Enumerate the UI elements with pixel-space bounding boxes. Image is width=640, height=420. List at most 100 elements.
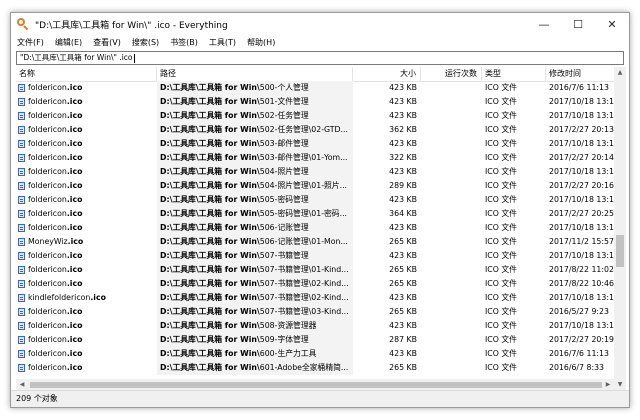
path-matched-part: D:\工具库\工具箱 for Win\ [160, 251, 260, 260]
file-name-cell: foldericon.ico [16, 137, 157, 151]
path-cell: D:\工具库\工具箱 for Win\503-邮件管理 [157, 137, 353, 151]
file-name-cell: foldericon.ico [16, 249, 157, 263]
modified-cell: 2017/8/22 11:02 [549, 265, 614, 274]
size-cell: 265 KB [389, 279, 417, 288]
file-name-ext: .ico [66, 321, 83, 330]
menu-edit[interactable]: 编辑(E) [55, 37, 82, 48]
menu-tools[interactable]: 工具(T) [209, 37, 236, 48]
table-row[interactable]: foldericon.ico D:\工具库\工具箱 for Win\504-照片管… [16, 179, 614, 193]
table-row[interactable]: foldericon.ico D:\工具库\工具箱 for Win\503-邮件管… [16, 137, 614, 151]
file-name-ext: .ico [66, 111, 83, 120]
type-cell: ICO 文件 [485, 293, 517, 302]
run-count-cell [421, 347, 482, 361]
file-name-ext: .ico [90, 293, 106, 302]
size-cell: 423 KB [389, 321, 417, 330]
path-rest: 502-任务管理 [259, 111, 309, 120]
file-name-cell: foldericon.ico [16, 95, 157, 109]
path-matched-part: D:\工具库\工具箱 for Win\ [160, 265, 260, 274]
ico-file-icon [18, 126, 25, 134]
modified-cell: 2017/10/18 13:10 [549, 321, 614, 330]
type-cell: ICO 文件 [485, 111, 517, 120]
size-cell: 423 KB [389, 195, 417, 204]
search-input[interactable]: "D:\工具库\工具箱 for Win\" .ico [16, 51, 624, 65]
file-name-cell: foldericon.ico [16, 109, 157, 123]
scroll-up-icon[interactable]: ▲ [614, 67, 626, 79]
path-cell: D:\工具库\工具箱 for Win\506-记账管理 [157, 221, 353, 235]
horizontal-scroll-thumb[interactable] [30, 382, 602, 388]
file-name-cell: foldericon.ico [16, 207, 157, 221]
table-row[interactable]: MoneyWiz.ico D:\工具库\工具箱 for Win\506-记账管理\… [16, 235, 614, 249]
run-count-cell [421, 81, 482, 95]
path-rest: 600-生产力工具 [259, 349, 317, 358]
file-name-ext: .ico [66, 195, 83, 204]
table-row[interactable]: kindlefoldericon.ico D:\工具库\工具箱 for Win\5… [16, 291, 614, 305]
type-cell: ICO 文件 [485, 307, 517, 316]
results-table: 名称 路径 大小 运行次数 类型 修改时间 ^ foldericon.ico D:… [16, 67, 614, 391]
table-row[interactable]: foldericon.ico D:\工具库\工具箱 for Win\508-资源管… [16, 319, 614, 333]
table-row[interactable]: foldericon.ico D:\工具库\工具箱 for Win\505-密码管… [16, 207, 614, 221]
path-cell: D:\工具库\工具箱 for Win\509-字体管理 [157, 333, 353, 347]
size-cell: 287 KB [389, 335, 417, 344]
table-row[interactable]: foldericon.ico D:\工具库\工具箱 for Win\502-任务管… [16, 123, 614, 137]
file-name-ext: .ico [66, 139, 83, 148]
table-row[interactable]: foldericon.ico D:\工具库\工具箱 for Win\501-文件管… [16, 95, 614, 109]
table-row[interactable]: foldericon.ico D:\工具库\工具箱 for Win\503-邮件管… [16, 151, 614, 165]
size-cell: 423 KB [389, 223, 417, 232]
table-row[interactable]: foldericon.ico D:\工具库\工具箱 for Win\505-密码管… [16, 193, 614, 207]
type-cell: ICO 文件 [485, 209, 517, 218]
path-rest: 507-书籍管理 [259, 251, 309, 260]
path-rest: 505-密码管理\01-密码... [259, 209, 348, 218]
run-count-cell [421, 249, 482, 263]
vertical-scroll-thumb[interactable] [616, 235, 624, 267]
ico-file-icon [18, 224, 25, 232]
table-row[interactable]: foldericon.ico D:\工具库\工具箱 for Win\601-Ado… [16, 361, 614, 375]
table-row[interactable]: foldericon.ico D:\工具库\工具箱 for Win\507-书籍管… [16, 249, 614, 263]
menu-bookmarks[interactable]: 书签(B) [170, 37, 198, 48]
table-row[interactable]: foldericon.ico D:\工具库\工具箱 for Win\507-书籍管… [16, 305, 614, 319]
menu-file[interactable]: 文件(F) [17, 37, 44, 48]
menu-search[interactable]: 搜索(S) [132, 37, 159, 48]
ico-file-icon [18, 350, 25, 358]
table-row[interactable]: foldericon.ico D:\工具库\工具箱 for Win\600-生产力… [16, 347, 614, 361]
file-name-ext: .ico [66, 307, 83, 316]
title-bar[interactable]: "D:\工具库\工具箱 for Win\" .ico - Everything … [11, 13, 629, 35]
column-header-size[interactable]: 大小 [353, 67, 421, 81]
minimize-button[interactable]: — [527, 13, 561, 35]
object-count: 209 个对象 [16, 394, 58, 403]
table-row[interactable]: foldericon.ico D:\工具库\工具箱 for Win\500-个人管… [16, 81, 614, 95]
modified-cell: 2017/10/18 13:10 [549, 251, 614, 260]
menu-view[interactable]: 查看(V) [93, 37, 121, 48]
maximize-button[interactable]: ☐ [561, 13, 595, 35]
run-count-cell [421, 151, 482, 165]
file-name-stem: foldericon [28, 209, 67, 218]
ico-file-icon [18, 210, 25, 218]
table-row[interactable]: foldericon.ico D:\工具库\工具箱 for Win\502-任务管… [16, 109, 614, 123]
vertical-scrollbar[interactable]: ▲ ▼ [614, 67, 626, 391]
run-count-cell [421, 333, 482, 347]
file-name-cell: foldericon.ico [16, 319, 157, 333]
modified-cell: 2017/10/18 13:10 [549, 223, 614, 232]
ico-file-icon [18, 238, 25, 246]
table-row[interactable]: foldericon.ico D:\工具库\工具箱 for Win\504-照片管… [16, 165, 614, 179]
file-name-ext: .ico [66, 279, 83, 288]
type-cell: ICO 文件 [485, 139, 517, 148]
type-cell: ICO 文件 [485, 349, 517, 358]
modified-cell: 2017/8/22 10:46 [549, 279, 614, 288]
close-button[interactable]: ✕ [595, 13, 629, 35]
table-row[interactable]: foldericon.ico D:\工具库\工具箱 for Win\509-字体管… [16, 333, 614, 347]
path-matched-part: D:\工具库\工具箱 for Win\ [160, 153, 260, 162]
column-header-run-count[interactable]: 运行次数 [421, 67, 482, 81]
file-name-cell: foldericon.ico [16, 333, 157, 347]
ico-file-icon [18, 280, 25, 288]
path-matched-part: D:\工具库\工具箱 for Win\ [160, 97, 260, 106]
modified-cell: 2017/2/27 20:19 [549, 335, 614, 344]
table-row[interactable]: foldericon.ico D:\工具库\工具箱 for Win\507-书籍管… [16, 263, 614, 277]
column-header-name[interactable]: 名称 [16, 67, 157, 81]
file-name-stem: foldericon [28, 195, 67, 204]
table-row[interactable]: foldericon.ico D:\工具库\工具箱 for Win\507-书籍管… [16, 277, 614, 291]
column-header-type[interactable]: 类型 [482, 67, 546, 81]
column-header-modified[interactable]: 修改时间 [546, 67, 614, 81]
table-row[interactable]: foldericon.ico D:\工具库\工具箱 for Win\506-记账管… [16, 221, 614, 235]
menu-help[interactable]: 帮助(H) [247, 37, 275, 48]
type-cell: ICO 文件 [485, 251, 517, 260]
